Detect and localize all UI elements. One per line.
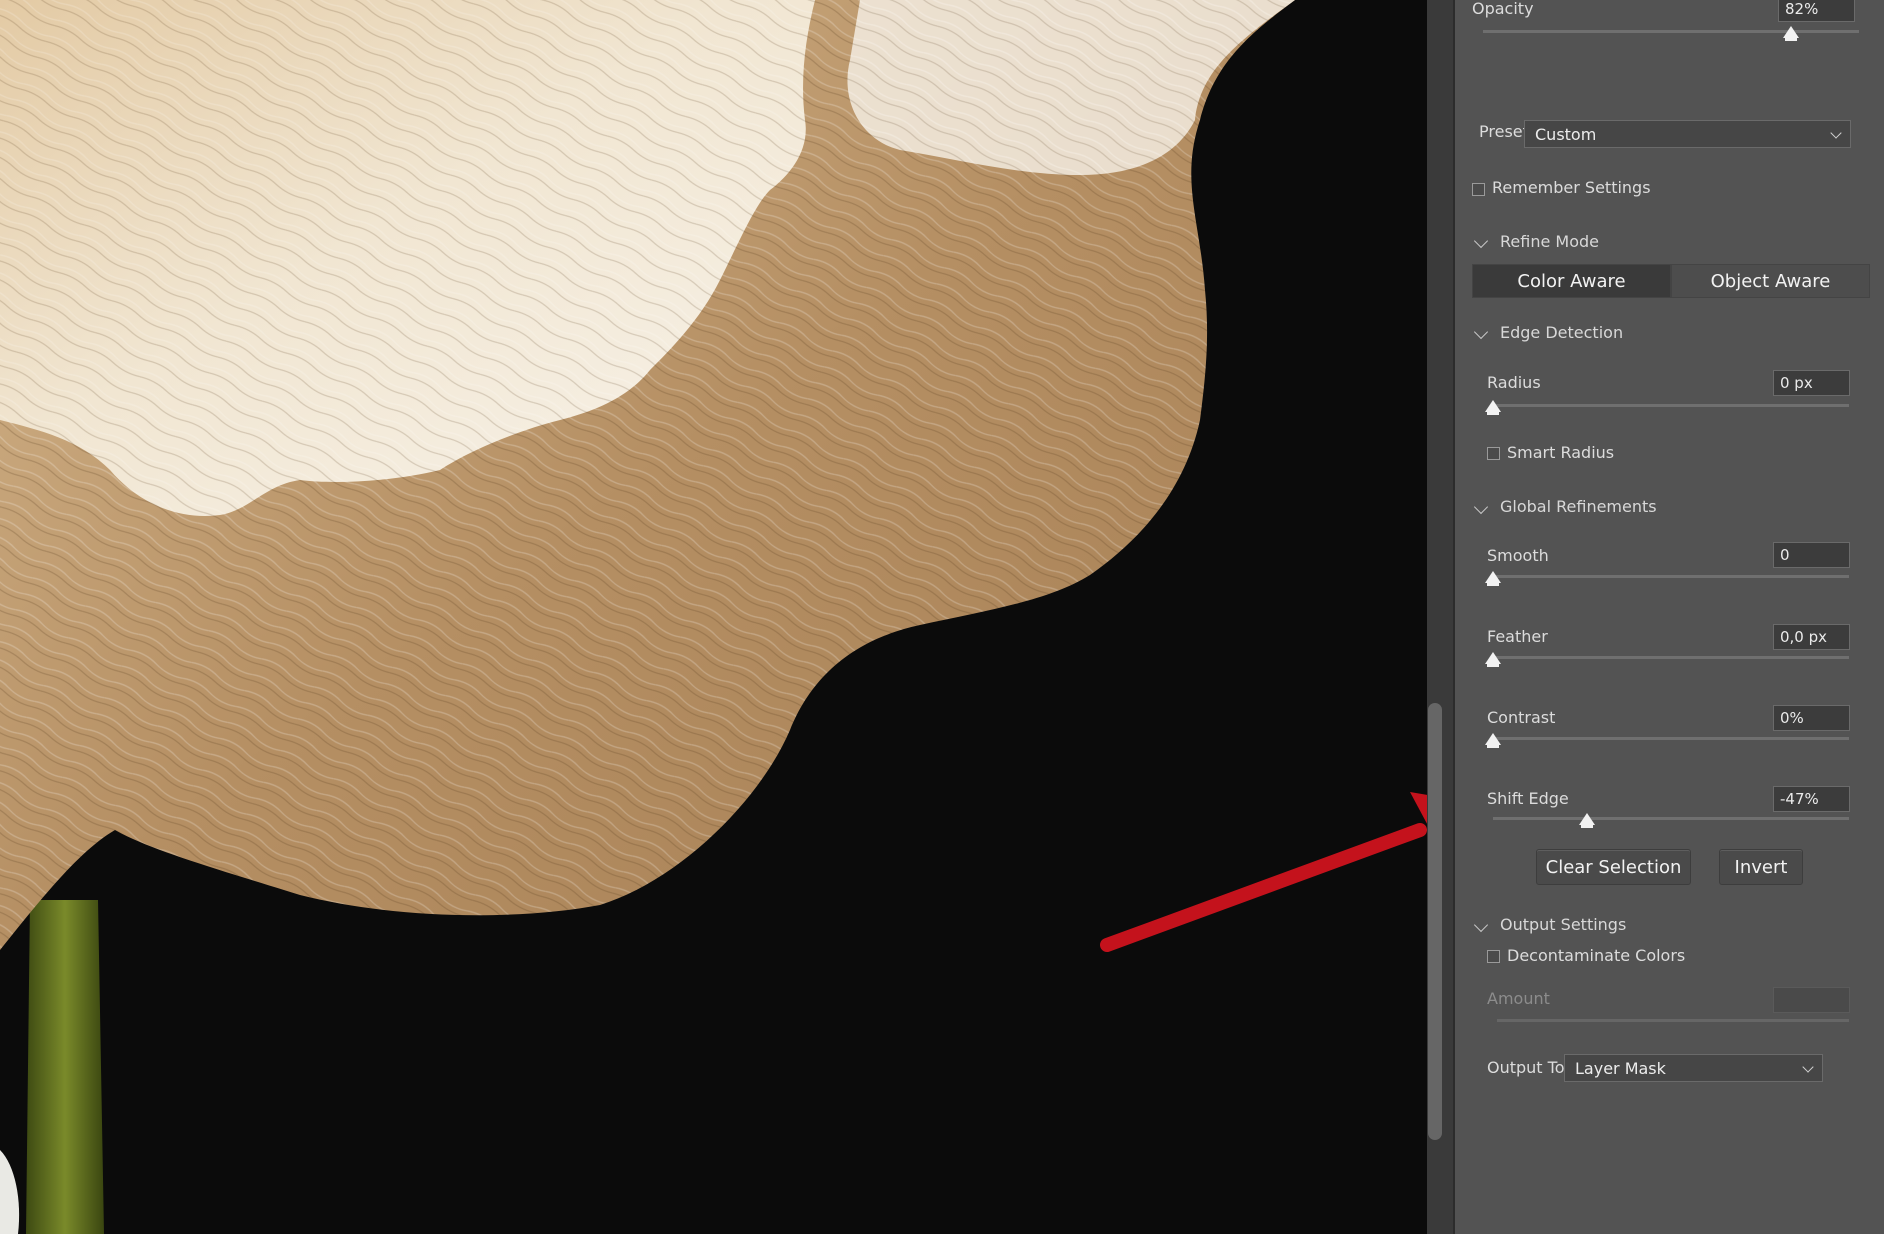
chevron-down-icon[interactable] [1473, 324, 1489, 340]
shift-edge-slider-handle[interactable] [1579, 813, 1596, 828]
radius-slider-track[interactable] [1493, 404, 1849, 407]
scrollbar-thumb[interactable] [1428, 703, 1442, 1140]
output-to-select[interactable]: Layer Mask [1564, 1054, 1823, 1082]
color-aware-button[interactable]: Color Aware [1472, 264, 1671, 298]
amount-label: Amount [1487, 989, 1550, 1008]
edge-detection-title[interactable]: Edge Detection [1500, 323, 1623, 342]
shift-edge-field[interactable]: -47% [1773, 786, 1850, 812]
chevron-down-icon[interactable] [1473, 917, 1489, 933]
output-settings-title[interactable]: Output Settings [1500, 915, 1626, 934]
annotation-arrow [1100, 792, 1427, 952]
opacity-field[interactable]: 82% [1778, 0, 1855, 22]
contrast-slider-handle[interactable] [1485, 733, 1501, 748]
feather-field[interactable]: 0,0 px [1773, 624, 1850, 650]
feather-slider-track[interactable] [1493, 656, 1849, 659]
flower-photo [0, 0, 1427, 1234]
chevron-down-icon[interactable] [1473, 499, 1489, 515]
preset-select-value: Custom [1535, 125, 1597, 144]
feather-slider-handle[interactable] [1485, 652, 1501, 667]
canvas-scrollbar[interactable] [1427, 0, 1455, 1234]
refine-mode-title[interactable]: Refine Mode [1500, 232, 1599, 251]
shift-edge-slider-track[interactable] [1493, 817, 1849, 820]
opacity-slider-handle[interactable] [1783, 26, 1800, 41]
amount-slider-track [1497, 1019, 1849, 1022]
decontaminate-colors-checkbox[interactable] [1487, 950, 1500, 963]
properties-panel: Opacity 82% Preset Custom Remember Setti… [1455, 0, 1884, 1234]
radius-slider-handle[interactable] [1485, 400, 1501, 415]
chevron-down-icon [1830, 127, 1842, 139]
smart-radius-checkbox[interactable] [1487, 447, 1500, 460]
opacity-label: Opacity [1472, 0, 1534, 18]
smart-radius-label: Smart Radius [1507, 443, 1615, 462]
clear-selection-button[interactable]: Clear Selection [1536, 849, 1691, 885]
remember-settings-checkbox[interactable] [1472, 183, 1485, 196]
decontaminate-colors-label: Decontaminate Colors [1507, 946, 1686, 965]
contrast-slider-track[interactable] [1493, 737, 1849, 740]
amount-field [1773, 987, 1850, 1013]
output-to-select-value: Layer Mask [1575, 1059, 1666, 1078]
radius-field[interactable]: 0 px [1773, 370, 1850, 396]
chevron-down-icon[interactable] [1473, 233, 1489, 249]
smooth-slider-track[interactable] [1493, 575, 1849, 578]
contrast-label: Contrast [1487, 708, 1556, 727]
smooth-field[interactable]: 0 [1773, 542, 1850, 568]
feather-label: Feather [1487, 627, 1548, 646]
radius-label: Radius [1487, 373, 1541, 392]
invert-button[interactable]: Invert [1719, 849, 1803, 885]
preset-label: Preset [1479, 122, 1529, 141]
object-aware-button[interactable]: Object Aware [1671, 264, 1870, 298]
output-to-label: Output To [1487, 1058, 1565, 1077]
chevron-down-icon [1802, 1061, 1814, 1073]
image-canvas[interactable] [0, 0, 1427, 1234]
shift-edge-label: Shift Edge [1487, 789, 1569, 808]
smooth-slider-handle[interactable] [1485, 571, 1501, 586]
contrast-field[interactable]: 0% [1773, 705, 1850, 731]
remember-settings-label: Remember Settings [1492, 178, 1651, 197]
smooth-label: Smooth [1487, 546, 1549, 565]
global-refinements-title[interactable]: Global Refinements [1500, 497, 1657, 516]
opacity-slider-track[interactable] [1483, 30, 1859, 33]
preset-select[interactable]: Custom [1524, 120, 1851, 148]
